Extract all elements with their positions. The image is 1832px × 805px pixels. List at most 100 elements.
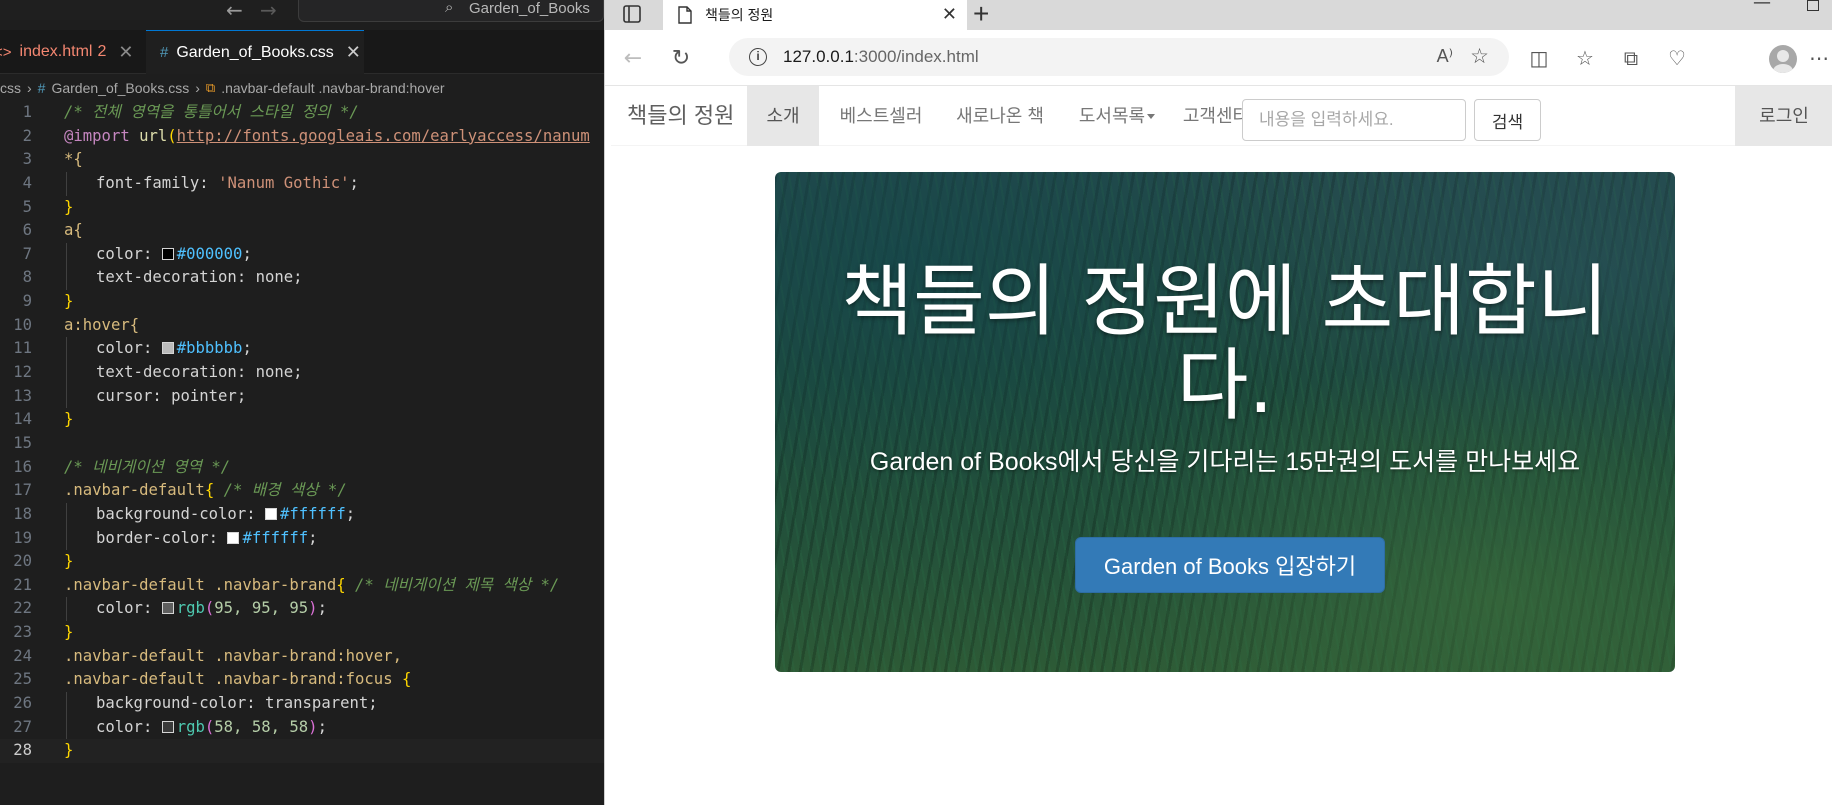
- favorites-icon[interactable]: ☆: [1571, 44, 1599, 72]
- code-line: text-decoration: none;: [96, 363, 303, 382]
- color-swatch[interactable]: [161, 602, 174, 615]
- code-line: border-color: #ffffff;: [96, 528, 318, 547]
- line-number: 26: [13, 694, 32, 713]
- split-screen-icon[interactable]: ◫: [1525, 44, 1553, 72]
- search-input[interactable]: [1242, 99, 1466, 141]
- hero-subtitle: Garden of Books에서 당신을 기다리는 15만권의 도서를 만나보…: [869, 448, 1581, 476]
- problems-badge: 2: [97, 43, 107, 60]
- code-line: .navbar-default .navbar-brand:focus {: [64, 670, 412, 689]
- line-number: 19: [13, 528, 32, 547]
- html-file-icon: <>: [0, 43, 12, 61]
- search-button[interactable]: 검색: [1474, 99, 1541, 141]
- nav-item-label: 도서목록: [1078, 106, 1146, 126]
- code-line: color: #000000;: [96, 244, 252, 263]
- hero-title: 책들의 정원에 초대합니다.: [841, 257, 1609, 431]
- code-link[interactable]: http://fonts.googleais.com/earlyaccess/n…: [177, 127, 590, 145]
- chevron-right-icon: ›: [27, 80, 32, 96]
- favorite-star-icon[interactable]: ☆: [1470, 44, 1489, 69]
- line-number: 22: [13, 599, 32, 618]
- line-number: 25: [13, 670, 32, 689]
- color-swatch[interactable]: [265, 507, 277, 520]
- line-number: 5: [22, 197, 32, 216]
- line-number: 1: [22, 103, 32, 121]
- code-area[interactable]: 1 /* 전체 영역을 통틀어서 스타일 정의 */ 2 @import url(h…: [0, 101, 604, 763]
- breadcrumb-folder[interactable]: css: [0, 80, 21, 96]
- breadcrumb-file[interactable]: Garden_of_Books.css: [51, 80, 189, 96]
- refresh-icon[interactable]: ↻: [667, 44, 695, 72]
- tab-garden-of-books-css[interactable]: # Garden_of_Books.css ✕: [146, 30, 364, 74]
- nav-item-new-books[interactable]: 새로나온 책: [941, 86, 1059, 146]
- editor-tabs: <> index.html 2 ✕ # Garden_of_Books.css …: [0, 30, 604, 74]
- line-number: 8: [22, 268, 32, 287]
- code-line: }: [64, 410, 74, 429]
- code-line: }: [64, 552, 74, 571]
- browser-essentials-icon[interactable]: ♡: [1663, 44, 1691, 72]
- tab-actions-icon[interactable]: [621, 3, 643, 25]
- color-swatch[interactable]: [161, 720, 174, 733]
- nav-item-bestseller[interactable]: 베스트셀러: [827, 86, 935, 146]
- collections-icon[interactable]: ⧉: [1617, 44, 1645, 72]
- browser-tab-active[interactable]: 책들의 정원 ✕: [663, 0, 967, 30]
- line-number: 10: [13, 315, 32, 334]
- line-number: 13: [13, 386, 32, 405]
- line-number: 23: [13, 623, 32, 642]
- profile-avatar[interactable]: [1769, 45, 1797, 73]
- close-icon[interactable]: ✕: [118, 42, 133, 63]
- code-line: text-decoration: none;: [96, 268, 303, 287]
- minimize-icon[interactable]: —: [1753, 0, 1771, 13]
- navbar: 책들의 정원 소개 베스트셀러 새로나온 책 도서목록 고객센터 검색 로그인: [611, 86, 1832, 146]
- line-number: 17: [13, 481, 32, 500]
- navbar-brand[interactable]: 책들의 정원: [627, 86, 734, 146]
- code-line: background-color: #ffffff;: [96, 504, 356, 523]
- read-aloud-icon[interactable]: A⁾: [1437, 46, 1453, 67]
- color-swatch[interactable]: [227, 531, 240, 544]
- url-host: 127.0.0.1: [783, 47, 854, 66]
- tab-index-html[interactable]: <> index.html 2 ✕: [0, 30, 146, 74]
- command-center-search[interactable]: ⌕ Garden_of_Books: [298, 0, 604, 22]
- code-line: /* 네비게이션 영역 */: [64, 457, 231, 476]
- line-number: 24: [13, 646, 32, 665]
- forward-arrow-icon[interactable]: →: [260, 0, 277, 22]
- caret-down-icon: [1147, 114, 1156, 119]
- enter-button[interactable]: Garden of Books 입장하기: [1075, 537, 1385, 593]
- line-number: 15: [13, 433, 32, 452]
- code-line: @import url(http://fonts.googleais.com/e…: [64, 126, 590, 145]
- nav-item-intro[interactable]: 소개: [747, 86, 819, 146]
- tab-label: Garden_of_Books.css: [176, 43, 334, 61]
- line-number: 4: [22, 173, 32, 192]
- hero-jumbotron: 책들의 정원에 초대합니다. Garden of Books에서 당신을 기다리…: [775, 172, 1675, 672]
- code-line: *{: [64, 150, 83, 169]
- color-swatch[interactable]: [161, 247, 174, 260]
- current-line[interactable]: 28}: [0, 739, 604, 763]
- browser-toolbar: ← ↻ i 127.0.0.1:3000/index.html A⁾ ☆ ◫ ☆…: [605, 30, 1832, 86]
- close-tab-icon[interactable]: ✕: [942, 4, 957, 25]
- breadcrumb-symbol[interactable]: .navbar-default .navbar-brand:hover: [221, 80, 444, 96]
- line-number: 21: [13, 575, 32, 594]
- code-line: color: #bbbbbb;: [96, 339, 252, 358]
- line-number: 20: [13, 552, 32, 571]
- code-line: a{: [64, 221, 83, 240]
- back-arrow-icon[interactable]: ←: [226, 0, 243, 22]
- code-line: color: rgb(95, 95, 95);: [96, 599, 327, 618]
- nav-item-book-list[interactable]: 도서목록: [1067, 86, 1167, 146]
- more-icon[interactable]: ⋯: [1805, 44, 1832, 72]
- css-file-icon: #: [37, 80, 46, 96]
- tab-label: index.html: [19, 43, 93, 60]
- code-line: /* 전체 영역을 통틀어서 스타일 정의 */: [64, 103, 359, 121]
- color-swatch[interactable]: [161, 342, 174, 355]
- code-line: font-family: 'Nanum Gothic';: [96, 173, 359, 192]
- line-number: 7: [22, 244, 32, 263]
- maximize-icon[interactable]: [1807, 0, 1819, 11]
- code-line: cursor: pointer;: [96, 386, 247, 405]
- browser-window: 책들의 정원 ✕ + — ← ↻ i 127.0.0.1:3000/index.…: [604, 0, 1832, 805]
- login-link[interactable]: 로그인: [1735, 86, 1832, 146]
- address-bar[interactable]: i 127.0.0.1:3000/index.html A⁾ ☆: [729, 38, 1509, 76]
- line-number: 9: [22, 292, 32, 311]
- new-tab-icon[interactable]: +: [973, 0, 989, 30]
- line-number: 28: [13, 741, 32, 760]
- back-icon[interactable]: ←: [619, 44, 647, 72]
- tab-title: 책들의 정원: [705, 7, 774, 23]
- browser-tab-strip: 책들의 정원 ✕ + —: [605, 0, 1832, 30]
- info-icon[interactable]: i: [749, 48, 767, 66]
- close-icon[interactable]: ✕: [346, 42, 361, 63]
